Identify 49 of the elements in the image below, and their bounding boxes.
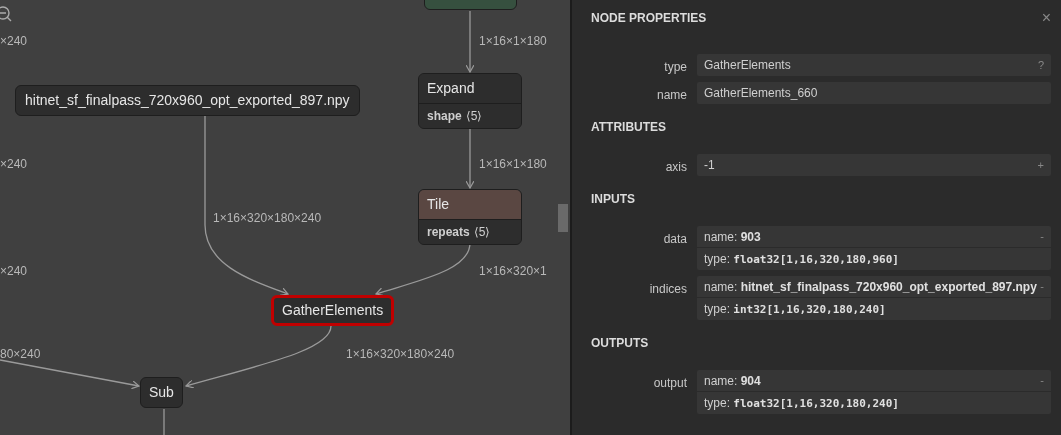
edge-label: 1×16×320×180×240 bbox=[346, 346, 455, 363]
graph-node[interactable]: Sub bbox=[140, 377, 183, 408]
edge-line bbox=[465, 10, 475, 73]
input-node[interactable]: hitnet_sf_finalpass_720x960_opt_exported_897.npy bbox=[15, 85, 360, 116]
value-text: GatherElements bbox=[704, 57, 791, 74]
tensor-name: name: hitnet_sf_finalpass_720x960_opt_exported_897.npy bbox=[704, 278, 1037, 296]
property-label: indices bbox=[648, 281, 687, 298]
graph-node[interactable]: GatherElements bbox=[271, 295, 395, 326]
property-label: output bbox=[652, 375, 687, 392]
section-heading: OUTPUTS bbox=[591, 335, 650, 352]
attribute-value: ⟨5⟩ bbox=[465, 108, 483, 125]
tensor-type: type: float32[1,16,320,180,960] bbox=[704, 250, 899, 268]
tensor-type: type: int32[1,16,320,180,240] bbox=[704, 300, 886, 318]
value-text: -1 bbox=[704, 157, 715, 174]
scrollbar-thumb[interactable] bbox=[558, 204, 568, 232]
edge-line bbox=[163, 408, 165, 435]
panel-title: NODE PROPERTIES bbox=[591, 10, 707, 27]
section-heading: ATTRIBUTES bbox=[591, 119, 668, 136]
graph-node[interactable]: Expand shape ⟨5⟩ bbox=[418, 73, 522, 129]
edge-label: 1×16×1×180 bbox=[479, 156, 547, 173]
attribute-name: repeats bbox=[427, 224, 470, 241]
close-button[interactable]: × bbox=[1041, 10, 1051, 26]
property-label: axis bbox=[664, 159, 687, 176]
expand-button[interactable]: ? bbox=[1037, 56, 1044, 74]
node-title: Tile bbox=[419, 190, 521, 219]
section-heading: INPUTS bbox=[591, 191, 636, 208]
expand-button[interactable]: + bbox=[1037, 156, 1044, 174]
attribute-value: ⟨5⟩ bbox=[473, 224, 491, 241]
edge-label: 1×16×320×1 bbox=[479, 263, 547, 280]
collapse-button[interactable]: - bbox=[1040, 372, 1044, 389]
tensor-type: type: float32[1,16,320,180,240] bbox=[704, 394, 899, 412]
property-label: name bbox=[655, 87, 687, 104]
edge-label: ×240 bbox=[0, 33, 28, 50]
edge-label: 80×240 bbox=[0, 346, 41, 363]
property-label: type bbox=[663, 59, 687, 76]
graph-node[interactable]: Tile repeats ⟨5⟩ bbox=[418, 189, 522, 245]
value-text: GatherElements_660 bbox=[704, 85, 818, 102]
attribute-name: shape bbox=[427, 108, 462, 125]
edge-line bbox=[465, 126, 475, 189]
tensor-name: name: 904 bbox=[704, 372, 761, 390]
edge-label: 1×16×1×180 bbox=[479, 33, 547, 50]
tensor-name: name: 903 bbox=[704, 228, 761, 246]
edge-label: ×240 bbox=[0, 156, 28, 173]
edge-label: ×240 bbox=[0, 263, 28, 280]
zoom-out-icon[interactable] bbox=[0, 5, 14, 22]
edge-label: 1×16×320×180×240 bbox=[213, 210, 322, 227]
property-label: data bbox=[662, 231, 687, 248]
collapse-button[interactable]: - bbox=[1040, 228, 1044, 245]
collapse-button[interactable]: - bbox=[1040, 278, 1044, 295]
